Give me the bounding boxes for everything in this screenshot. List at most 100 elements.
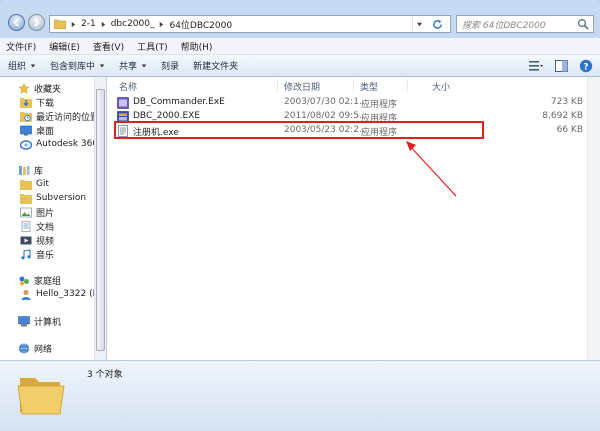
nav-libraries-label: 库 (34, 166, 44, 177)
file-type: 应用程序 (361, 100, 398, 110)
nav-item-downloads[interactable]: 下载 (20, 95, 54, 109)
menu-edit[interactable]: 编辑(E) (49, 40, 80, 53)
nav-homegroup-label: 家庭组 (34, 276, 62, 287)
column-divider[interactable] (353, 79, 354, 91)
nav-favorites[interactable]: 收藏夹 (18, 81, 61, 95)
desktop-icon (20, 125, 32, 136)
forward-arrow-icon (34, 18, 40, 27)
file-modified: 2003/07/30 02:1... (284, 97, 368, 107)
music-icon (21, 248, 31, 259)
refresh-icon (432, 19, 442, 29)
nav-item-documents[interactable]: 文档 (20, 219, 54, 233)
file-size: 723 KB (550, 97, 583, 107)
nav-item-pictures[interactable]: 图片 (20, 205, 54, 219)
preview-pane-icon (554, 59, 568, 72)
nav-item-autodesk-360[interactable]: Autodesk 360 (20, 137, 98, 151)
change-view-button[interactable] (528, 58, 544, 73)
include-library-button[interactable]: 包含到库中 (50, 59, 105, 72)
file-modified: 2011/08/02 09:5... (284, 111, 368, 121)
burn-button[interactable]: 刻录 (161, 59, 179, 72)
scrollbar-thumb[interactable] (96, 89, 105, 351)
nav-libraries[interactable]: 库 (18, 163, 43, 177)
menu-help[interactable]: 帮助(H) (181, 40, 213, 53)
file-row[interactable]: DB_Commander.ExE 2003/07/30 02:1... 应用程序… (115, 96, 583, 110)
back-arrow-icon (13, 18, 19, 27)
nav-item-label: 图片 (36, 208, 55, 219)
search-box[interactable]: 搜索 64位DBC2000 (456, 15, 594, 33)
nav-item-videos[interactable]: 视频 (20, 233, 54, 247)
network-icon (19, 342, 29, 354)
file-size: 66 KB (556, 125, 583, 135)
column-header-name[interactable]: 名称 (119, 80, 137, 93)
red-arrow-annotation (406, 141, 457, 197)
file-name: DB_Commander.ExE (133, 97, 225, 107)
nav-network[interactable]: 网络 (18, 341, 52, 355)
nav-computer[interactable]: 计算机 (18, 314, 61, 328)
back-button[interactable] (8, 14, 25, 31)
breadcrumb-3[interactable]: 64位DBC2000 (169, 18, 232, 31)
nav-item-recent-places[interactable]: 最近访问的位置 (20, 109, 99, 123)
application-icon (117, 97, 129, 109)
nav-item-label: Subversion (36, 193, 87, 203)
documents-icon (21, 220, 31, 232)
nav-computer-label: 计算机 (34, 317, 62, 328)
nav-item-label: 视频 (36, 236, 55, 247)
organize-button[interactable]: 组织 (8, 59, 36, 72)
item-count: 3 个对象 (87, 370, 123, 380)
column-header-size[interactable]: 大小 (432, 80, 450, 93)
search-input[interactable]: 搜索 64位DBC2000 (462, 18, 577, 31)
nav-homegroup[interactable]: 家庭组 (18, 273, 61, 287)
nav-item-label: 文档 (36, 222, 55, 233)
svg-text:?: ? (583, 62, 588, 72)
nav-item-music[interactable]: 音乐 (20, 247, 54, 261)
address-bar[interactable]: 2-1 dbc2000_ 64位DBC2000 (49, 15, 451, 33)
column-divider[interactable] (277, 79, 278, 91)
pictures-icon (20, 207, 32, 217)
breadcrumb-2[interactable]: dbc2000_ (111, 19, 155, 29)
help-icon: ? (579, 59, 593, 72)
view-controls: ? (519, 58, 594, 73)
nav-item-label: 音乐 (36, 250, 55, 261)
explorer-window: 2-1 dbc2000_ 64位DBC2000 搜索 64位DBC2000 文件… (0, 0, 600, 431)
search-icon[interactable] (577, 18, 589, 30)
breadcrumb-1[interactable]: 2-1 (81, 19, 96, 29)
navigation-scrollbar[interactable] (94, 77, 106, 360)
videos-icon (20, 236, 32, 244)
organize-label: 组织 (8, 62, 27, 72)
nav-item-desktop[interactable]: 桌面 (20, 123, 54, 137)
share-button[interactable]: 共享 (119, 59, 147, 72)
autodesk-360-icon (20, 139, 32, 150)
address-dropdown-button[interactable] (412, 16, 426, 32)
column-header-type[interactable]: 类型 (360, 80, 378, 93)
command-toolbar: 组织 包含到库中 共享 刻录 新建文件夹 ? (0, 55, 600, 77)
user-icon (21, 289, 31, 300)
menu-tools[interactable]: 工具(T) (137, 40, 168, 53)
help-button[interactable]: ? (578, 58, 594, 73)
refresh-button[interactable] (428, 16, 446, 32)
column-divider[interactable] (407, 79, 408, 91)
forward-button[interactable] (28, 14, 45, 31)
large-folder-icon (17, 378, 65, 415)
nav-item-label: Autodesk 360 (36, 139, 99, 149)
navigation-pane: 收藏夹 下载 最近访问的位置 桌面 Autodesk 360 库 Git Sub… (0, 77, 106, 360)
new-folder-button[interactable]: 新建文件夹 (193, 59, 238, 72)
view-list-icon (529, 60, 543, 71)
preview-pane-button[interactable] (553, 58, 569, 73)
download-folder-icon (20, 97, 32, 108)
library-folder-icon (20, 179, 32, 190)
share-label: 共享 (119, 62, 138, 72)
library-folder-icon (20, 193, 32, 204)
nav-item-label: Git (36, 179, 50, 189)
column-header-modified[interactable]: 修改日期 (284, 80, 320, 93)
nav-item-git[interactable]: Git (20, 177, 49, 191)
nav-item-label: 最近访问的位置 (36, 112, 100, 123)
folder-icon (54, 19, 66, 29)
menu-view[interactable]: 查看(V) (93, 40, 124, 53)
nav-item-subversion[interactable]: Subversion (20, 191, 86, 205)
chevron-down-icon (30, 64, 36, 67)
file-list-pane: 名称 修改日期 类型 大小 DB_Commander.ExE 2003/07/3… (107, 77, 600, 360)
library-icon (19, 165, 30, 175)
star-icon (18, 82, 30, 94)
menu-file[interactable]: 文件(F) (6, 40, 36, 53)
file-list-scrollbar[interactable] (587, 77, 600, 360)
